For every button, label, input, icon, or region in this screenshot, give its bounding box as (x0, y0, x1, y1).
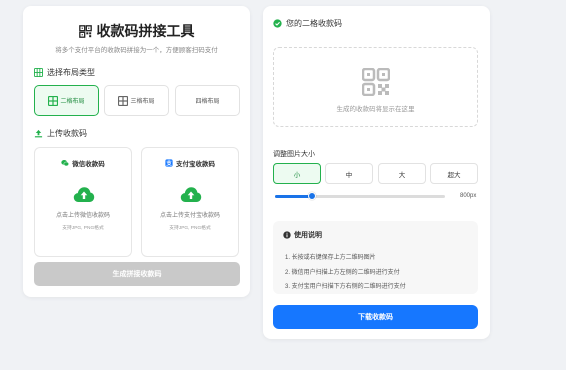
wechat-upload-title: 微信收款码 (72, 161, 105, 168)
wechat-upload-text: 点击上传微信收款码 (55, 213, 110, 219)
grid-icon (34, 68, 43, 77)
qr-placeholder-icon (362, 68, 390, 96)
instructions-box: 使用说明 1. 长按或右键保存上方二维码图片 2. 微信用户扫描上方左侧的二维码… (273, 221, 478, 294)
cloud-upload-icon (73, 187, 95, 202)
three-grid-icon (118, 95, 129, 106)
size-option-large[interactable]: 大 (378, 163, 426, 184)
size-option-medium[interactable]: 中 (325, 163, 373, 184)
alipay-upload-hint: 支持JPG, PNG格式 (169, 226, 211, 231)
result-title: 您的二格收款码 (273, 18, 342, 29)
alipay-upload-area[interactable]: 支 支付宝收款码 点击上传支付宝收款码 支持JPG, PNG格式 (141, 147, 239, 257)
instruction-item: 2. 微信用户扫描上方左侧的二维码进行支付 (285, 270, 400, 276)
instruction-item: 3. 支付宝用户扫描下方右侧的二维码进行支付 (285, 284, 406, 290)
layout-option-three[interactable]: 三格布局 (104, 85, 169, 116)
two-grid-icon (48, 95, 59, 106)
instruction-item: 1. 长按或右键保存上方二维码图片 (285, 255, 376, 261)
download-button[interactable]: 下载收款码 (273, 305, 478, 329)
layout-option-two[interactable]: 二格布局 (34, 85, 99, 116)
cloud-upload-icon (180, 187, 202, 202)
qr-code-icon (78, 24, 92, 38)
slider-fill (275, 195, 313, 198)
layout-option-four[interactable]: 四格布局 (175, 85, 240, 116)
editor-panel: 收款码拼接工具 将多个支付平台的收款码拼接为一个，方便顾客扫码支付 选择布局类型… (23, 6, 250, 297)
check-circle-icon (273, 19, 282, 28)
size-label: 调整图片大小 (273, 151, 315, 158)
instructions-title: 使用说明 (283, 230, 322, 240)
size-option-small[interactable]: 小 (273, 163, 321, 184)
wechat-upload-hint: 支持JPG, PNG格式 (62, 226, 104, 231)
size-option-xlarge[interactable]: 超大 (430, 163, 478, 184)
alipay-icon: 支 (165, 159, 173, 167)
upload-icon (34, 129, 43, 138)
generate-button[interactable]: 生成拼接收款码 (34, 262, 240, 286)
layout-section-label: 选择布局类型 (34, 67, 95, 78)
preview-placeholder-text: 生成的收款码将显示在这里 (336, 106, 415, 113)
info-icon (283, 231, 291, 239)
qr-preview-area: 生成的收款码将显示在这里 (273, 47, 478, 127)
alipay-upload-text: 点击上传支付宝收款码 (159, 213, 220, 219)
page-subtitle: 将多个支付平台的收款码拼接为一个，方便顾客扫码支付 (55, 47, 218, 54)
result-panel: 您的二格收款码 生成的收款码将显示在这里 调整图片大小 小 中 大 超大 800… (263, 6, 490, 339)
wechat-icon (61, 160, 70, 167)
slider-value: 800px (460, 193, 477, 199)
upload-section-label: 上传收款码 (34, 128, 87, 139)
alipay-upload-title: 支付宝收款码 (176, 161, 215, 168)
wechat-upload-area[interactable]: 微信收款码 点击上传微信收款码 支持JPG, PNG格式 (34, 147, 132, 257)
slider-thumb[interactable] (308, 192, 317, 200)
size-slider[interactable] (275, 192, 445, 200)
page-title: 收款码拼接工具 (23, 21, 250, 41)
